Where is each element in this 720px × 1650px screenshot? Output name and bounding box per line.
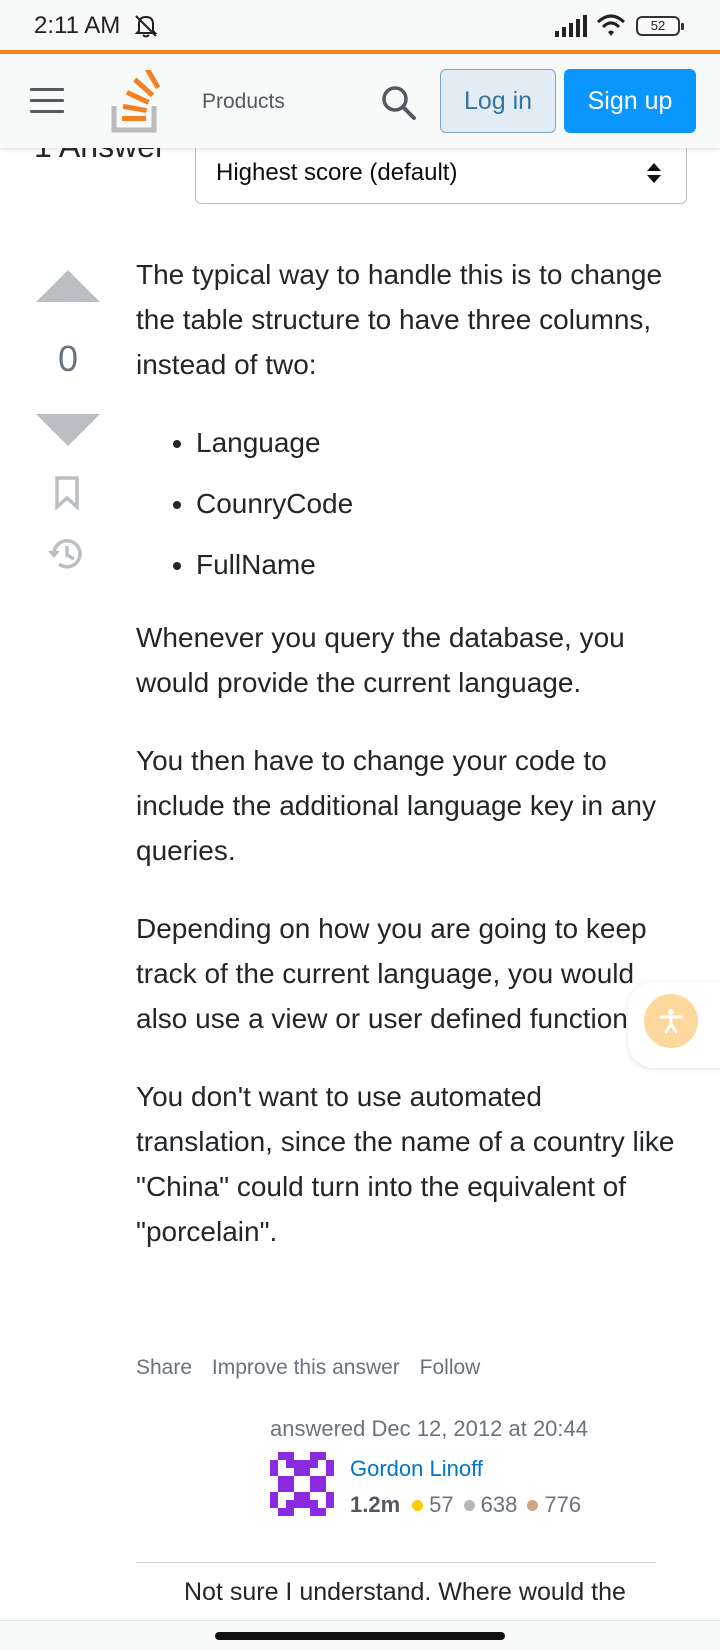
list-item: CounryCode — [196, 481, 676, 526]
follow-link[interactable]: Follow — [420, 1356, 481, 1379]
silver-badge: 638 — [463, 1492, 518, 1518]
vote-count: 0 — [57, 338, 79, 379]
answer-paragraph: Depending on how you are going to keep t… — [136, 913, 647, 1034]
search-icon[interactable] — [380, 84, 418, 122]
gold-badge-count: 57 — [429, 1492, 454, 1517]
silver-badge-count: 638 — [480, 1492, 518, 1517]
avatar[interactable] — [270, 1452, 334, 1516]
sort-arrows-icon — [647, 163, 661, 183]
downvote-button[interactable] — [36, 414, 100, 446]
upvote-button[interactable] — [36, 270, 100, 302]
bronze-badge-count: 776 — [544, 1492, 582, 1517]
comment-divider — [136, 1562, 656, 1563]
share-link[interactable]: Share — [136, 1356, 192, 1379]
accessibility-icon — [659, 1009, 683, 1034]
battery-indicator: 52 — [636, 16, 684, 36]
reputation-score: 1.2m — [350, 1492, 401, 1517]
home-indicator[interactable] — [215, 1632, 505, 1640]
login-button[interactable]: Log in — [440, 69, 556, 133]
comment-text: Not sure I understand. Where would the — [184, 1578, 626, 1606]
user-reputation: 1.2m 57 638 776 — [350, 1492, 591, 1518]
list-item: FullName — [196, 542, 676, 587]
bell-off-icon — [134, 15, 158, 38]
answer-paragraph: You don't want to use automated translat… — [136, 1081, 675, 1247]
answer-paragraph: You then have to change your code to inc… — [136, 745, 656, 866]
products-link[interactable]: Products — [202, 90, 285, 114]
status-time: 2:11 AM — [34, 12, 121, 39]
bookmark-icon[interactable] — [54, 476, 80, 510]
signup-button[interactable]: Sign up — [564, 69, 696, 133]
wifi-icon — [596, 14, 626, 36]
bronze-badge: 776 — [527, 1492, 581, 1518]
top-navigation-bar: Products Log in Sign up — [0, 50, 720, 148]
status-bar: 2:11 AM 52 — [0, 0, 720, 50]
answer-paragraph: The typical way to handle this is to cha… — [136, 259, 663, 380]
post-menu: Share Improve this answer Follow — [136, 1356, 494, 1380]
signal-icon — [555, 15, 587, 37]
stackoverflow-logo[interactable] — [110, 70, 162, 134]
list-item: Language — [196, 420, 676, 465]
sort-select-value: Highest score (default) — [216, 159, 458, 186]
answer-body: The typical way to handle this is to cha… — [136, 252, 676, 1287]
user-name-link[interactable]: Gordon Linoff — [350, 1456, 483, 1482]
answer-list: Language CounryCode FullName — [196, 420, 676, 587]
history-icon[interactable] — [46, 535, 86, 573]
improve-answer-link[interactable]: Improve this answer — [212, 1356, 400, 1379]
user-action-time: answered Dec 12, 2012 at 20:44 — [270, 1416, 589, 1441]
gold-badge: 57 — [412, 1492, 454, 1518]
hamburger-icon[interactable] — [30, 88, 64, 114]
accessibility-button[interactable] — [644, 994, 698, 1048]
answer-paragraph: Whenever you query the database, you wou… — [136, 622, 625, 698]
